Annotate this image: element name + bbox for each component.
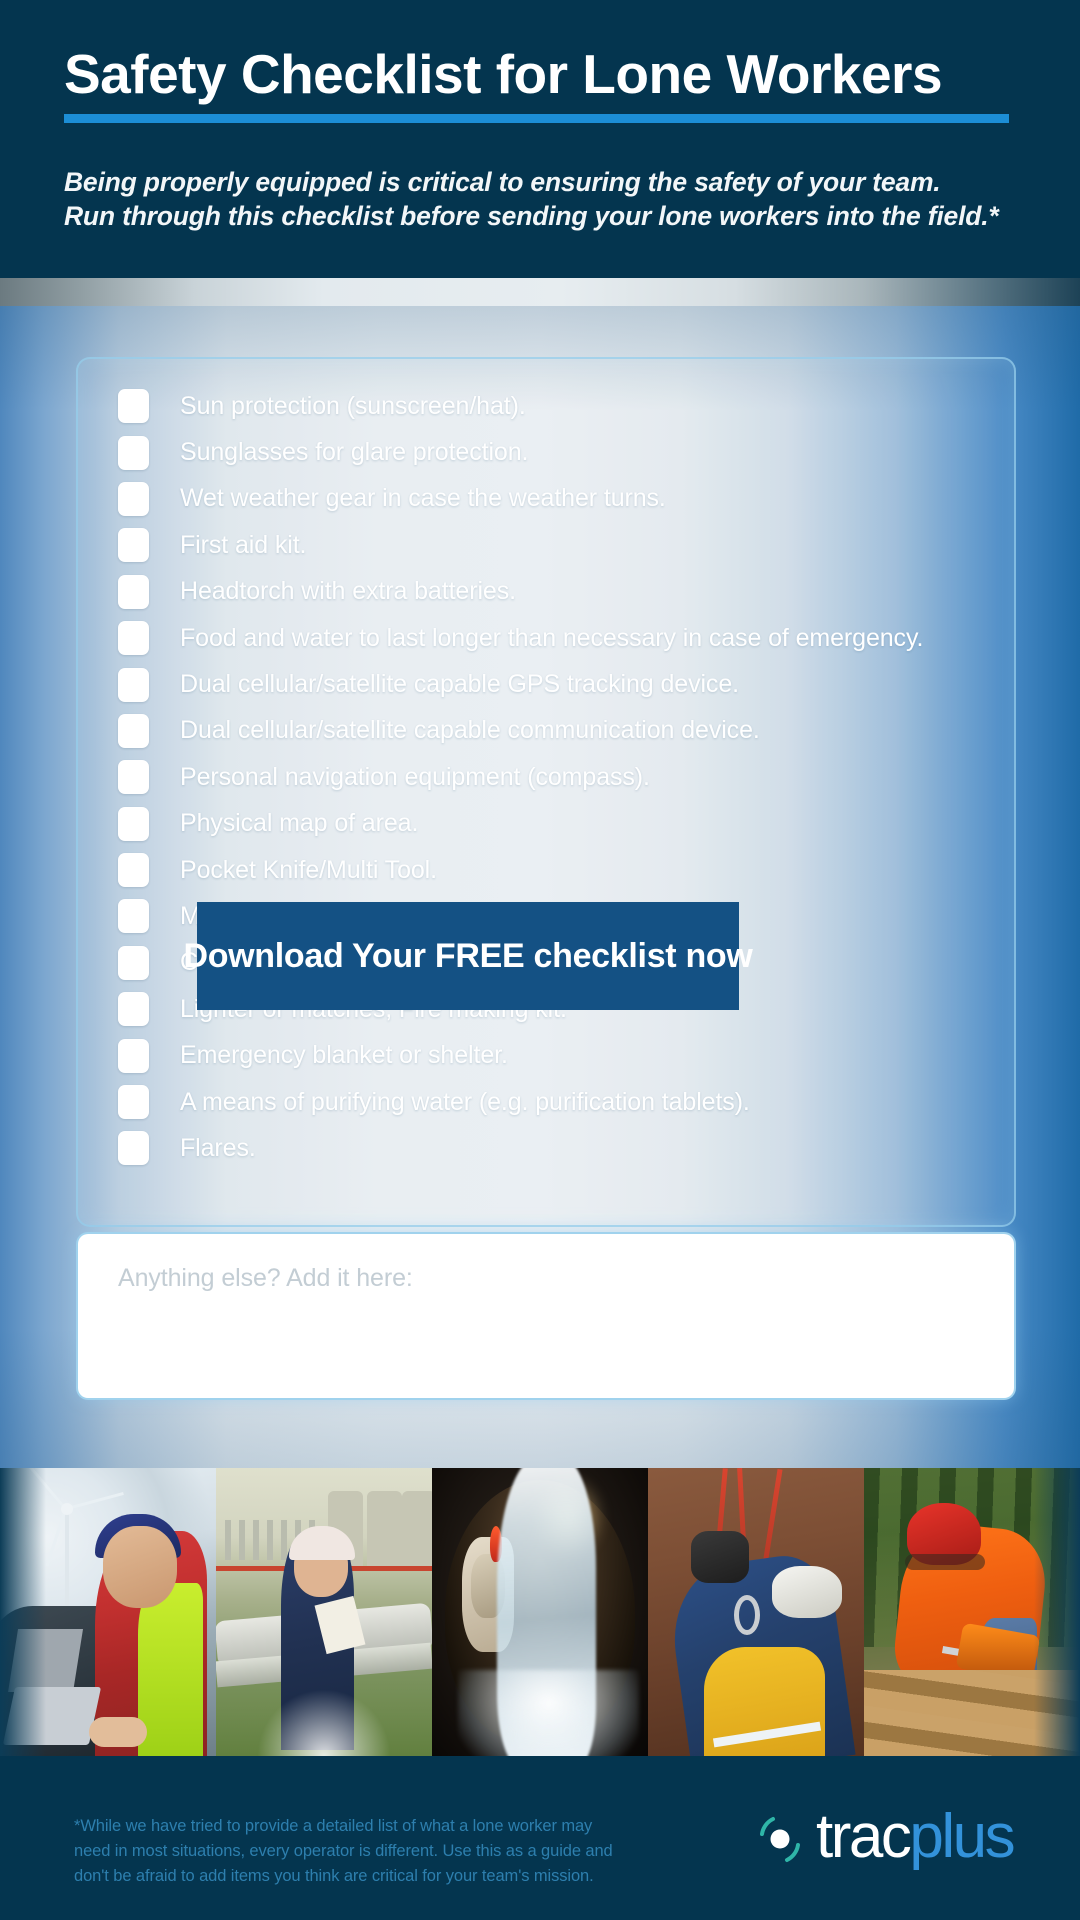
checklist-item[interactable]: Dual cellular/satellite capable communic… bbox=[118, 708, 988, 754]
water-spray bbox=[254, 1686, 394, 1756]
checklist-item-label: Sunglasses for glare protection. bbox=[180, 438, 529, 467]
checklist-checkbox[interactable] bbox=[118, 1131, 149, 1166]
cut-logs bbox=[864, 1669, 1080, 1756]
checklist-item-label: Physical map of area. bbox=[180, 809, 419, 838]
subtitle-line-2: Run through this checklist before sendin… bbox=[64, 201, 999, 232]
wind-turbine-hub bbox=[60, 1502, 73, 1515]
download-checklist-button[interactable]: Download Your FREE checklist now bbox=[183, 902, 753, 1010]
checklist-item[interactable]: Emergency blanket or shelter. bbox=[118, 1032, 988, 1078]
checklist-item[interactable]: Headtorch with extra batteries. bbox=[118, 569, 988, 615]
photo-rope-access-climber bbox=[648, 1468, 864, 1756]
photo-field-technician-laptop bbox=[0, 1468, 216, 1756]
checklist-checkbox[interactable] bbox=[118, 760, 149, 795]
checklist-item[interactable]: Wet weather gear in case the weather tur… bbox=[118, 476, 988, 522]
checklist-checkbox[interactable] bbox=[118, 435, 149, 470]
checklist-item[interactable]: Dual cellular/satellite capable GPS trac… bbox=[118, 661, 988, 707]
page-header: Safety Checklist for Lone Workers Being … bbox=[0, 0, 1080, 278]
laptop-screen bbox=[7, 1629, 83, 1693]
download-checklist-button-label: Download Your FREE checklist now bbox=[183, 936, 753, 975]
storage-tank bbox=[367, 1491, 402, 1566]
checklist-item[interactable]: Sunglasses for glare protection. bbox=[118, 429, 988, 475]
tracplus-logo[interactable]: tracplus bbox=[756, 1802, 1026, 1890]
checklist-item-label: Personal navigation equipment (compass). bbox=[180, 762, 650, 791]
checklist-checkbox[interactable] bbox=[118, 1038, 149, 1073]
photo-plant-inspector-clipboard bbox=[216, 1468, 432, 1756]
checklist-checkbox[interactable] bbox=[118, 945, 149, 980]
checklist-item[interactable]: Food and water to last longer than neces… bbox=[118, 615, 988, 661]
checklist-item-label: Pocket Knife/Multi Tool. bbox=[180, 855, 437, 884]
checklist-card: Sun protection (sunscreen/hat). Sunglasse… bbox=[76, 357, 1016, 1227]
disclaimer-line-1: *While we have tried to provide a detail… bbox=[74, 1817, 593, 1835]
helmet-visor bbox=[905, 1554, 986, 1571]
checklist-item[interactable]: A means of purifying water (e.g. purific… bbox=[118, 1079, 988, 1125]
checklist-item-label: Dual cellular/satellite capable communic… bbox=[180, 716, 760, 745]
checklist-item-label: Wet weather gear in case the weather tur… bbox=[180, 484, 666, 513]
checklist-checkbox[interactable] bbox=[118, 574, 149, 609]
checklist-checkbox[interactable] bbox=[118, 899, 149, 934]
checklist-checkbox[interactable] bbox=[118, 389, 149, 424]
checklist-item-label: Headtorch with extra batteries. bbox=[180, 577, 516, 606]
checklist-items: Sun protection (sunscreen/hat). Sunglasse… bbox=[118, 383, 988, 1172]
notes-placeholder: Anything else? Add it here: bbox=[118, 1264, 413, 1292]
checklist-item-label: Emergency blanket or shelter. bbox=[180, 1041, 508, 1070]
disclaimer-line-3: don't be afraid to add items you think a… bbox=[74, 1867, 594, 1886]
wind-turbine-blade bbox=[45, 1506, 68, 1567]
tracplus-wordmark: tracplus bbox=[816, 1806, 1016, 1868]
checklist-checkbox[interactable] bbox=[118, 713, 149, 748]
climbing-helmet bbox=[772, 1565, 843, 1618]
checklist-item[interactable]: Flares. bbox=[118, 1125, 988, 1171]
checklist-item-label: First aid kit. bbox=[180, 530, 307, 559]
checklist-item[interactable]: Personal navigation equipment (compass). bbox=[118, 754, 988, 800]
notes-box[interactable]: Anything else? Add it here: bbox=[76, 1232, 1016, 1400]
header-divider-band bbox=[0, 278, 1080, 306]
page-footer: *While we have tried to provide a detail… bbox=[0, 1756, 1080, 1920]
footer-disclaimer: *While we have tried to provide a detail… bbox=[74, 1814, 634, 1889]
worker-head bbox=[103, 1525, 178, 1608]
wind-turbine-pole bbox=[64, 1508, 69, 1607]
checklist-checkbox[interactable] bbox=[118, 853, 149, 888]
subtitle-line-1: Being properly equipped is critical to e… bbox=[64, 166, 941, 197]
checklist-item[interactable]: Sun protection (sunscreen/hat). bbox=[118, 383, 988, 429]
checklist-checkbox[interactable] bbox=[118, 1085, 149, 1120]
checklist-item[interactable]: Pocket Knife/Multi Tool. bbox=[118, 847, 988, 893]
climbing-glove bbox=[691, 1531, 750, 1584]
worker-photo-strip bbox=[0, 1468, 1080, 1756]
photo-tunnel-water-burst bbox=[432, 1468, 648, 1756]
checklist-item-label: Sun protection (sunscreen/hat). bbox=[180, 391, 526, 420]
laptop-base bbox=[2, 1686, 102, 1745]
photo-forestry-chainsaw-worker bbox=[864, 1468, 1080, 1756]
checklist-checkbox[interactable] bbox=[118, 528, 149, 563]
logo-text-trac: trac bbox=[816, 1802, 912, 1871]
page-subtitle: Being properly equipped is critical to e… bbox=[64, 165, 1024, 234]
logo-text-plus: plus bbox=[909, 1802, 1015, 1871]
checklist-checkbox[interactable] bbox=[118, 621, 149, 656]
checklist-item[interactable]: First aid kit. bbox=[118, 522, 988, 568]
checklist-checkbox[interactable] bbox=[118, 667, 149, 702]
checklist-item-label: Flares. bbox=[180, 1133, 256, 1162]
worker-hand bbox=[88, 1717, 147, 1748]
satellite-signal-icon bbox=[760, 1817, 800, 1862]
title-underline-rule bbox=[64, 113, 1009, 123]
page-title: Safety Checklist for Lone Workers bbox=[64, 43, 943, 105]
water-splash bbox=[457, 1669, 640, 1756]
checklist-item[interactable]: Physical map of area. bbox=[118, 801, 988, 847]
checklist-item-label: A means of purifying water (e.g. purific… bbox=[180, 1087, 750, 1116]
storage-tank bbox=[401, 1491, 432, 1566]
checklist-item-label: Dual cellular/satellite capable GPS trac… bbox=[180, 670, 739, 699]
header-content: Safety Checklist for Lone Workers Being … bbox=[64, 43, 1024, 234]
checklist-item-label: Food and water to last longer than neces… bbox=[180, 623, 924, 652]
checklist-checkbox[interactable] bbox=[118, 481, 149, 516]
checklist-checkbox[interactable] bbox=[118, 992, 149, 1027]
checklist-checkbox[interactable] bbox=[118, 806, 149, 841]
hi-vis-vest bbox=[138, 1583, 204, 1756]
disclaimer-line-2: need in most situations, every operator … bbox=[74, 1842, 613, 1861]
